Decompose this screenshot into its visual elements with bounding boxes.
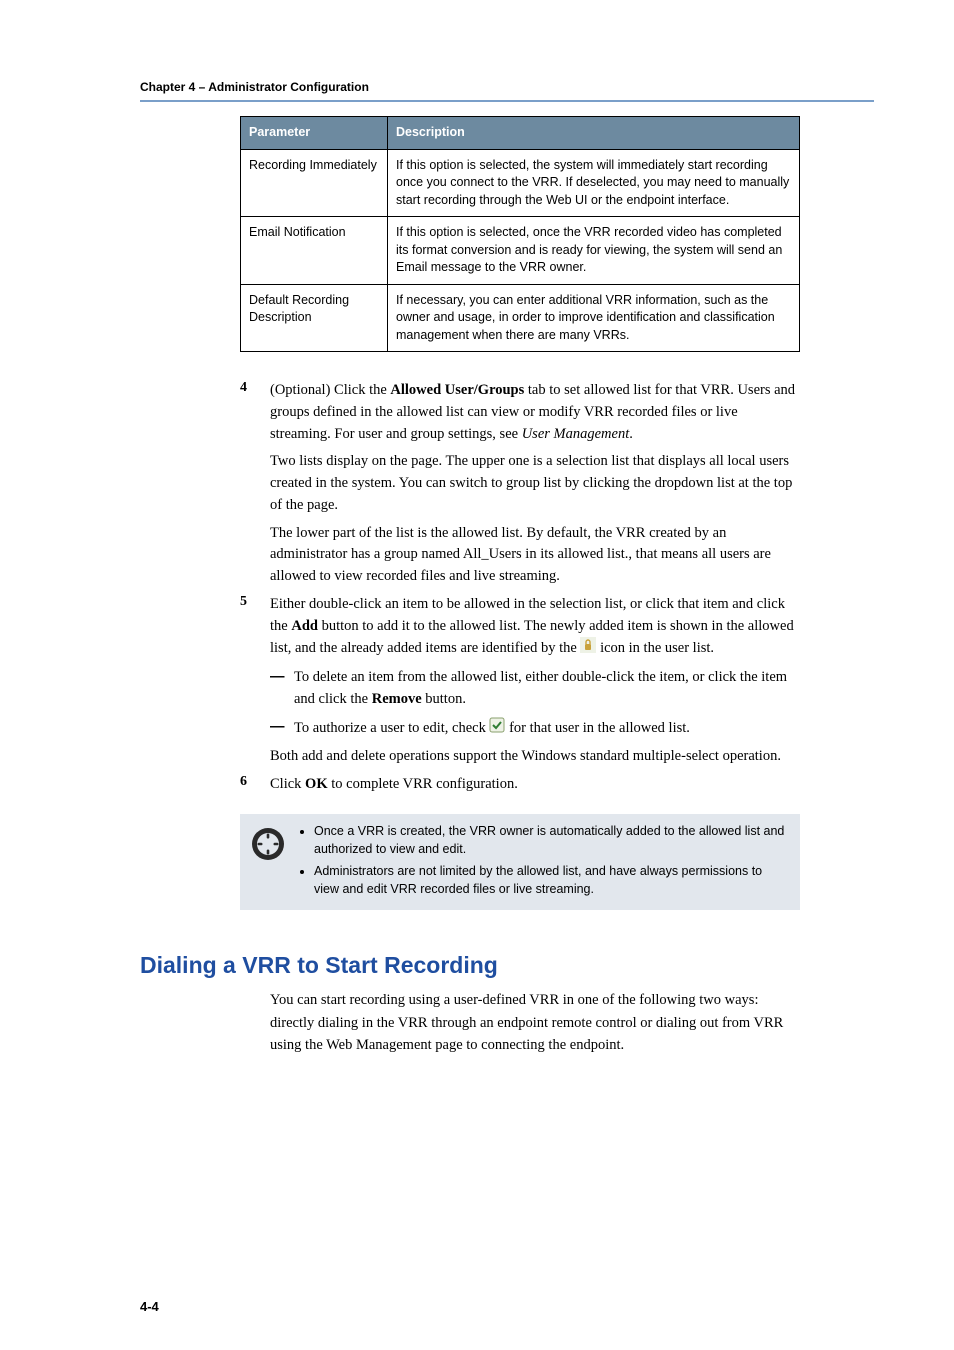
dash: — <box>270 667 294 711</box>
table-row: Email Notification If this option is sel… <box>241 217 800 285</box>
note-item: Once a VRR is created, the VRR owner is … <box>314 822 790 858</box>
paragraph: The lower part of the list is the allowe… <box>270 523 800 588</box>
text: button. <box>422 691 466 707</box>
parameters-table: Parameter Description Recording Immediat… <box>240 116 800 352</box>
section-heading: Dialing a VRR to Start Recording <box>140 952 874 979</box>
text: (Optional) Click the <box>270 382 390 398</box>
step-number: 4 <box>240 380 270 445</box>
paragraph: Both add and delete operations support t… <box>270 746 800 768</box>
note-list: Once a VRR is created, the VRR owner is … <box>298 822 790 903</box>
text: button to add it to the allowed list. Th… <box>270 618 794 657</box>
step-text: Either double-click an item to be allowe… <box>270 594 800 661</box>
step-text: (Optional) Click the Allowed User/Groups… <box>270 380 800 445</box>
th-description: Description <box>388 117 800 150</box>
text: to complete VRR configuration. <box>328 776 518 792</box>
table-row: Default Recording Description If necessa… <box>241 284 800 352</box>
text: To authorize a user to edit, check <box>294 720 489 736</box>
paragraph: Two lists display on the page. The upper… <box>270 451 800 516</box>
cell-param: Default Recording Description <box>241 284 388 352</box>
table-row: Recording Immediately If this option is … <box>241 149 800 217</box>
step-4: 4 (Optional) Click the Allowed User/Grou… <box>240 380 800 445</box>
step-text: Click OK to complete VRR configuration. <box>270 774 518 796</box>
step-5: 5 Either double-click an item to be allo… <box>240 594 800 661</box>
page-number: 4-4 <box>140 1299 159 1314</box>
section-paragraph: You can start recording using a user-def… <box>270 989 800 1056</box>
text: . <box>629 426 633 442</box>
cell-desc: If this option is selected, the system w… <box>388 149 800 217</box>
step-number: 5 <box>240 594 270 661</box>
step-6: 6 Click OK to complete VRR configuration… <box>240 774 800 796</box>
bold: Add <box>291 618 318 634</box>
text: To delete an item from the allowed list,… <box>294 669 787 707</box>
bold: OK <box>305 776 328 792</box>
lock-user-icon <box>580 637 596 661</box>
bold: Remove <box>372 691 422 707</box>
step-number: 6 <box>240 774 270 796</box>
sub-text: To delete an item from the allowed list,… <box>294 667 800 711</box>
bold: Allowed User/Groups <box>390 382 524 398</box>
cell-param: Email Notification <box>241 217 388 285</box>
page-header: Chapter 4 – Administrator Configuration <box>140 80 874 94</box>
italic: User Management <box>522 426 630 442</box>
sub-text: To authorize a user to edit, check for t… <box>294 717 690 741</box>
checkbox-icon <box>489 717 505 741</box>
sub-item: — To authorize a user to edit, check for… <box>270 717 800 741</box>
text: Click <box>270 776 305 792</box>
dash: — <box>270 717 294 741</box>
text: icon in the user list. <box>600 640 714 656</box>
cell-desc: If this option is selected, once the VRR… <box>388 217 800 285</box>
note-callout: Once a VRR is created, the VRR owner is … <box>240 814 800 911</box>
note-item: Administrators are not limited by the al… <box>314 862 790 898</box>
note-circle-icon <box>250 826 290 867</box>
sub-item: — To delete an item from the allowed lis… <box>270 667 800 711</box>
cell-param: Recording Immediately <box>241 149 388 217</box>
th-parameter: Parameter <box>241 117 388 150</box>
cell-desc: If necessary, you can enter additional V… <box>388 284 800 352</box>
text: for that user in the allowed list. <box>509 720 690 736</box>
header-rule <box>140 100 874 102</box>
